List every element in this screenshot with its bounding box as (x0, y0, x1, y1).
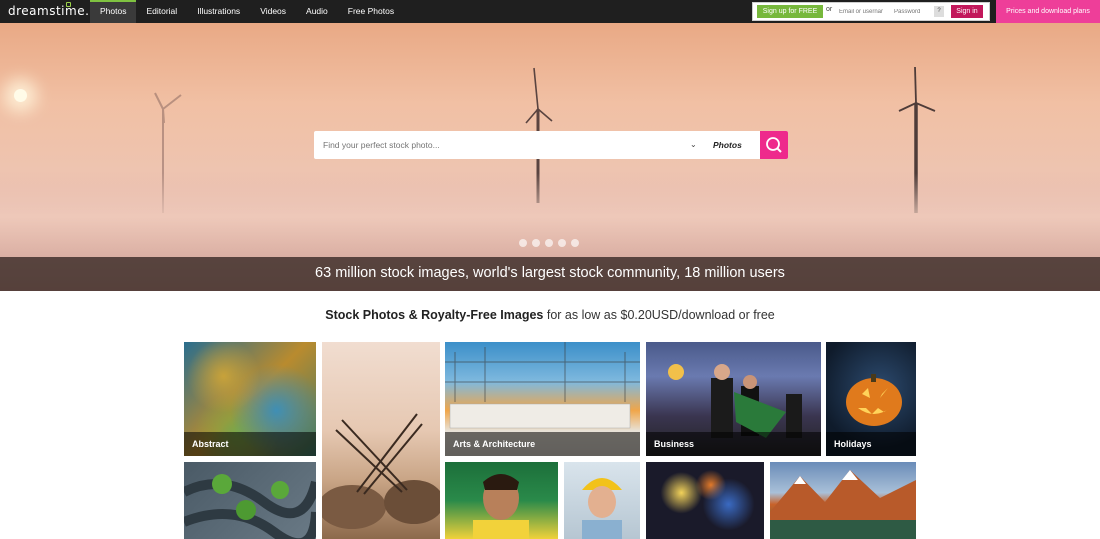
carousel-dot[interactable] (532, 239, 540, 247)
tile-label: Arts & Architecture (445, 432, 640, 456)
search-input[interactable] (314, 131, 684, 159)
or-text: or (826, 6, 833, 13)
tagline-rest: for as low as $0.20USD/download or free (543, 308, 775, 322)
category-tile-nature-roads[interactable] (184, 462, 316, 539)
signin-button[interactable]: Sign in (951, 5, 983, 18)
logo-mark-icon (66, 2, 71, 7)
hero-banner: ⌄ Photos 63 million stock images, world'… (0, 23, 1100, 291)
signup-button[interactable]: Sign up for FREE (757, 5, 823, 18)
password-field[interactable] (891, 5, 931, 18)
prices-button[interactable]: Prices and download plans (996, 0, 1100, 23)
category-tile-abstract[interactable]: Abstract (184, 342, 316, 456)
antelope-image (322, 413, 440, 529)
category-select[interactable]: Photos (713, 140, 742, 150)
chevron-down-icon[interactable]: ⌄ (690, 140, 697, 149)
category-tile-landscape[interactable] (770, 462, 916, 539)
category-tile-holidays[interactable]: Holidays (826, 342, 916, 456)
nav-item-videos[interactable]: Videos (250, 0, 296, 23)
nav-item-free-photos[interactable]: Free Photos (338, 0, 404, 23)
category-tile-sports[interactable] (445, 462, 558, 539)
carousel-dot[interactable] (519, 239, 527, 247)
top-bar: dreamstime. Photos Editorial Illustratio… (0, 0, 1100, 23)
search-bar: ⌄ Photos (314, 131, 788, 159)
category-tile-people[interactable] (564, 462, 640, 539)
carousel-dot[interactable] (558, 239, 566, 247)
mountains-image (770, 470, 916, 539)
category-tile-business[interactable]: Business (646, 342, 821, 456)
football-player-image (473, 474, 529, 539)
tile-label: Abstract (184, 432, 316, 456)
tile-label: Holidays (826, 432, 916, 456)
carousel-dot[interactable] (571, 239, 579, 247)
tagline: Stock Photos & Royalty-Free Images for a… (0, 308, 1100, 322)
help-button[interactable]: ? (934, 6, 944, 17)
tile-label: Business (646, 432, 821, 456)
carousel-dots (519, 239, 579, 247)
nav-item-photos[interactable]: Photos (90, 0, 137, 23)
tagline-bold: Stock Photos & Royalty-Free Images (325, 308, 544, 322)
search-button[interactable] (760, 131, 788, 159)
nav-item-illustrations[interactable]: Illustrations (187, 0, 250, 23)
login-box: Sign up for FREE or ? Sign in (752, 2, 990, 21)
worker-image (582, 478, 622, 539)
search-icon (766, 137, 782, 153)
category-tile-arts-architecture[interactable]: Arts & Architecture (445, 342, 640, 456)
main-nav: Photos Editorial Illustrations Videos Au… (90, 0, 404, 23)
dreamstime-logo[interactable]: dreamstime. (8, 2, 89, 18)
category-tile-bokeh[interactable] (646, 462, 764, 539)
nav-item-editorial[interactable]: Editorial (136, 0, 187, 23)
carousel-dot[interactable] (545, 239, 553, 247)
email-field[interactable] (836, 5, 888, 18)
category-tile-animals[interactable] (322, 342, 440, 539)
stats-banner: 63 million stock images, world's largest… (0, 257, 1100, 291)
nav-item-audio[interactable]: Audio (296, 0, 338, 23)
roads-trees-image (184, 474, 316, 539)
